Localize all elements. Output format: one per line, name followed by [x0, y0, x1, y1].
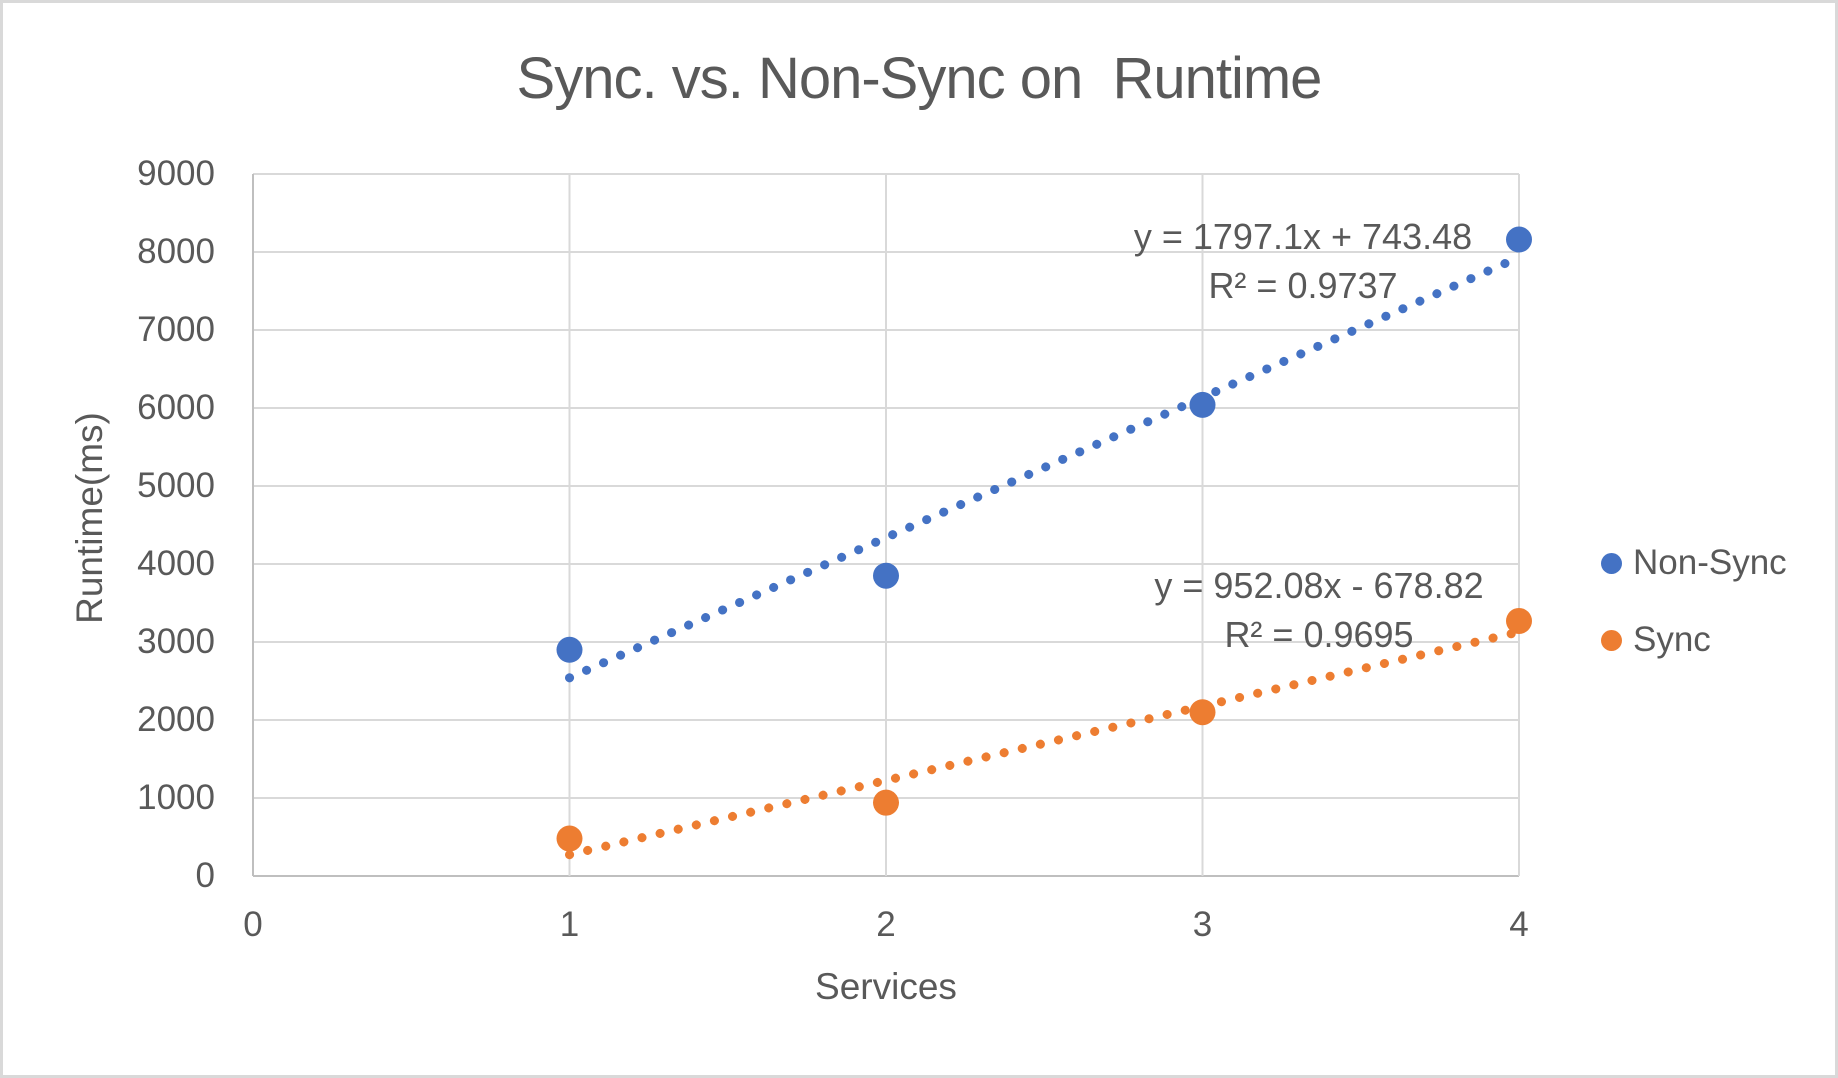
data-point-sync[interactable] — [557, 826, 583, 852]
y-tick-label: 9000 — [65, 153, 215, 195]
x-axis-title: Services — [636, 963, 1136, 1011]
y-tick-label: 7000 — [65, 309, 215, 351]
y-tick-label: 1000 — [65, 777, 215, 819]
trendline-equation-non-sync: y = 1797.1x + 743.48 — [1053, 212, 1553, 261]
data-point-non-sync[interactable] — [873, 563, 899, 589]
x-tick-label: 3 — [1143, 904, 1263, 946]
y-tick-label: 2000 — [65, 699, 215, 741]
data-point-non-sync[interactable] — [557, 637, 583, 663]
trendline-equation-sync: y = 952.08x - 678.82 — [1069, 561, 1569, 610]
legend-label-sync: Sync — [1633, 620, 1711, 660]
trendline-r2-sync: R² = 0.9695 — [1069, 610, 1569, 659]
x-tick-label: 0 — [193, 904, 313, 946]
x-tick-label: 4 — [1459, 904, 1579, 946]
y-tick-label: 8000 — [65, 231, 215, 273]
data-point-non-sync[interactable] — [1190, 392, 1216, 418]
legend-item-non-sync[interactable]: Non-Sync — [1601, 541, 1787, 585]
trendline-r2-non-sync: R² = 0.9737 — [1053, 261, 1553, 310]
trendline-sync — [570, 632, 1520, 855]
legend-item-sync[interactable]: Sync — [1601, 618, 1711, 662]
y-tick-label: 0 — [65, 855, 215, 897]
legend-marker-non-sync-icon — [1601, 553, 1622, 574]
x-tick-label: 1 — [510, 904, 630, 946]
data-point-sync[interactable] — [1190, 699, 1216, 725]
trendline-annotation-sync: y = 952.08x - 678.82 R² = 0.9695 — [1069, 561, 1569, 659]
legend-label-non-sync: Non-Sync — [1633, 543, 1787, 583]
x-tick-label: 2 — [826, 904, 946, 946]
data-point-sync[interactable] — [873, 790, 899, 816]
legend-marker-sync-icon — [1601, 630, 1622, 651]
chart-canvas: Sync. vs. Non-Sync on Runtime 0100020003… — [0, 0, 1838, 1078]
trendline-annotation-non-sync: y = 1797.1x + 743.48 R² = 0.9737 — [1053, 212, 1553, 310]
y-axis-title: Runtime(ms) — [68, 368, 112, 668]
